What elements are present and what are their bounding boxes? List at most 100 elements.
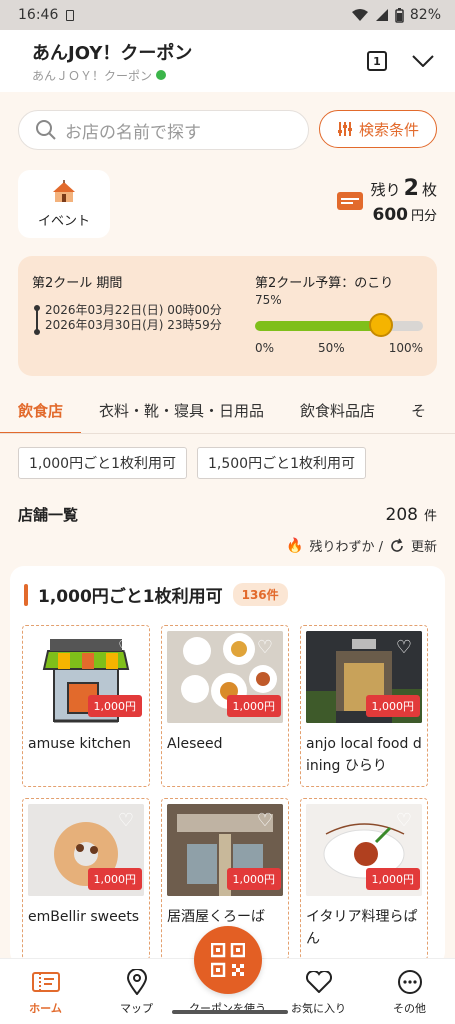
home-indicator <box>172 1010 288 1014</box>
status-time: 16:46 <box>18 7 59 23</box>
shop-item[interactable]: ♡ 1,000円 イタリア料理らぱん <box>300 798 428 960</box>
battery-level: 82% <box>409 7 441 23</box>
tab-restaurants[interactable]: 飲食店 <box>0 388 82 433</box>
list-count: 208 <box>385 505 418 525</box>
signal-icon <box>375 9 388 21</box>
more-icon <box>396 969 424 995</box>
favorite-heart-icon[interactable]: ♡ <box>255 639 275 657</box>
price-badge: 1,000円 <box>365 868 420 890</box>
category-tabs: 飲食店 衣料・靴・寝具・日用品 飲食料品店 そ <box>0 388 455 434</box>
favorite-heart-icon[interactable]: ♡ <box>394 812 414 830</box>
chevron-down-icon[interactable] <box>411 49 435 73</box>
budget-label: 第2クール予算：のこり <box>255 276 394 291</box>
refresh-label[interactable]: 更新 <box>411 536 437 555</box>
shop-name: anjo local food dining ひらり <box>306 736 422 774</box>
shop-item[interactable]: ♡ 1,000円 emBellir sweets <box>22 798 150 960</box>
favorite-heart-icon[interactable]: ♡ <box>255 812 275 830</box>
tab-count-button[interactable]: 1 <box>367 51 387 71</box>
list-header: 店舗一覧 208 件 <box>18 504 437 525</box>
shop-name: amuse kitchen <box>28 736 131 752</box>
price-badge: 1,000円 <box>226 868 281 890</box>
search-placeholder: お店の名前で探す <box>65 122 201 143</box>
nav-map-label: マップ <box>120 1002 153 1015</box>
list-legend: 🔥 残りわずか / 更新 <box>286 536 437 556</box>
period-end: 2026年03月30日(月) 23時59分 <box>45 318 222 332</box>
section-marker <box>24 583 28 606</box>
coins-icon <box>369 313 393 337</box>
shop-name: emBellir sweets <box>28 909 140 925</box>
shop-item[interactable]: ♡ 1,000円 amuse kitchen <box>22 625 150 787</box>
status-bar: 16:46 82% <box>0 0 455 30</box>
period-start: 2026年03月22日(日) 00時00分 <box>45 303 222 317</box>
remaining-amount: 600 <box>372 205 408 225</box>
remaining-amount-unit: 円分 <box>410 209 437 224</box>
section-title: 1,000円ごと1枚利用可 <box>38 587 223 607</box>
nav-home[interactable]: ホーム <box>0 969 91 1016</box>
shop-name: イタリア料理らぱん <box>306 909 418 947</box>
price-badge: 1,000円 <box>87 868 142 890</box>
shop-grid: ♡ 1,000円 amuse kitchen ♡ 1,000円 Aleseed … <box>22 625 433 960</box>
search-filter-button[interactable]: 検索条件 <box>319 110 437 148</box>
price-badge: 1,000円 <box>365 695 420 717</box>
filter-icon <box>337 122 352 136</box>
shop-section-card: 1,000円ごと1枚利用可 136件 ♡ 1,000円 amuse kitche… <box>10 566 445 966</box>
event-button[interactable]: イベント <box>18 170 110 238</box>
shop-store-icon: ♡ 1,000円 <box>28 631 144 723</box>
qr-code-icon <box>211 943 245 977</box>
section-header: 1,000円ごと1枚利用可 136件 <box>22 582 433 607</box>
shop-name: 居酒屋くろーば <box>167 909 265 925</box>
section-count-badge: 136件 <box>232 583 288 606</box>
shop-photo: ♡ 1,000円 <box>167 804 283 896</box>
budget-scale: 0% 50% 100% <box>255 341 423 355</box>
list-title: 店舗一覧 <box>18 506 79 524</box>
filter-chips: 1,000円ごと1枚利用可 1,500円ごと1枚利用可 <box>18 447 366 479</box>
app-subtitle-text: あんＪＯＹ！クーポン <box>32 68 153 83</box>
price-badge: 1,000円 <box>226 695 281 717</box>
tab-clothing[interactable]: 衣料・靴・寝具・日用品 <box>81 388 282 433</box>
favorite-heart-icon[interactable]: ♡ <box>394 639 414 657</box>
ticket-home-icon <box>31 969 60 995</box>
app-subtitle: あんＪＯＹ！クーポン <box>32 67 192 84</box>
search-icon <box>36 120 56 140</box>
shop-item[interactable]: ♡ 1,000円 anjo local food dining ひらり <box>300 625 428 787</box>
date-range-icon <box>32 303 40 335</box>
nav-home-label: ホーム <box>29 1002 62 1015</box>
nav-other[interactable]: その他 <box>364 969 455 1016</box>
period-panel: 第2クール 期間 2026年03月22日(日) 00時00分 2026年03月3… <box>18 256 437 376</box>
circus-tent-icon <box>53 179 75 202</box>
search-input[interactable]: お店の名前で探す <box>18 110 309 150</box>
remaining-prefix: 残り <box>370 181 401 199</box>
nav-favorites[interactable]: お気に入り <box>273 969 364 1016</box>
nav-map[interactable]: マップ <box>91 969 182 1016</box>
event-label: イベント <box>37 213 90 229</box>
favorite-heart-icon[interactable]: ♡ <box>116 639 136 657</box>
favorite-heart-icon[interactable]: ♡ <box>116 812 136 830</box>
shop-photo: ♡ 1,000円 <box>167 631 283 723</box>
nav-favorites-label: お気に入り <box>291 1002 346 1015</box>
tab-food-store[interactable]: 飲食料品店 <box>282 388 393 433</box>
scale-min: 0% <box>255 341 275 355</box>
shop-photo: ♡ 1,000円 <box>306 804 422 896</box>
period-label: 第2クール 期間 <box>32 276 123 291</box>
budget-progress-bar <box>255 313 423 337</box>
shop-photo: ♡ 1,000円 <box>306 631 422 723</box>
chip-1500[interactable]: 1,500円ごと1枚利用可 <box>197 447 366 479</box>
app-title: あんJOY！クーポン <box>32 42 193 64</box>
app-bar: あんJOY！クーポン あんＪＯＹ！クーポン 1 <box>0 30 455 92</box>
scale-max: 100% <box>388 341 423 355</box>
qr-coupon-button[interactable] <box>194 926 262 994</box>
tab-other[interactable]: そ <box>393 388 444 433</box>
filter-label: 検索条件 <box>358 120 419 139</box>
few-left-label: 残りわずか / <box>309 540 383 555</box>
wifi-icon <box>351 9 368 21</box>
chip-1000[interactable]: 1,000円ごと1枚利用可 <box>18 447 187 479</box>
ticket-icon <box>336 191 363 210</box>
remaining-count: 2 <box>403 176 419 201</box>
shop-photo: ♡ 1,000円 <box>28 804 144 896</box>
map-pin-icon <box>123 969 151 995</box>
ticket-summary: 残り 2 枚 600 円分 <box>336 176 437 225</box>
refresh-icon[interactable] <box>389 538 405 554</box>
shop-item[interactable]: ♡ 1,000円 Aleseed <box>161 625 289 787</box>
shop-name: Aleseed <box>167 736 223 752</box>
verified-icon <box>156 70 167 80</box>
